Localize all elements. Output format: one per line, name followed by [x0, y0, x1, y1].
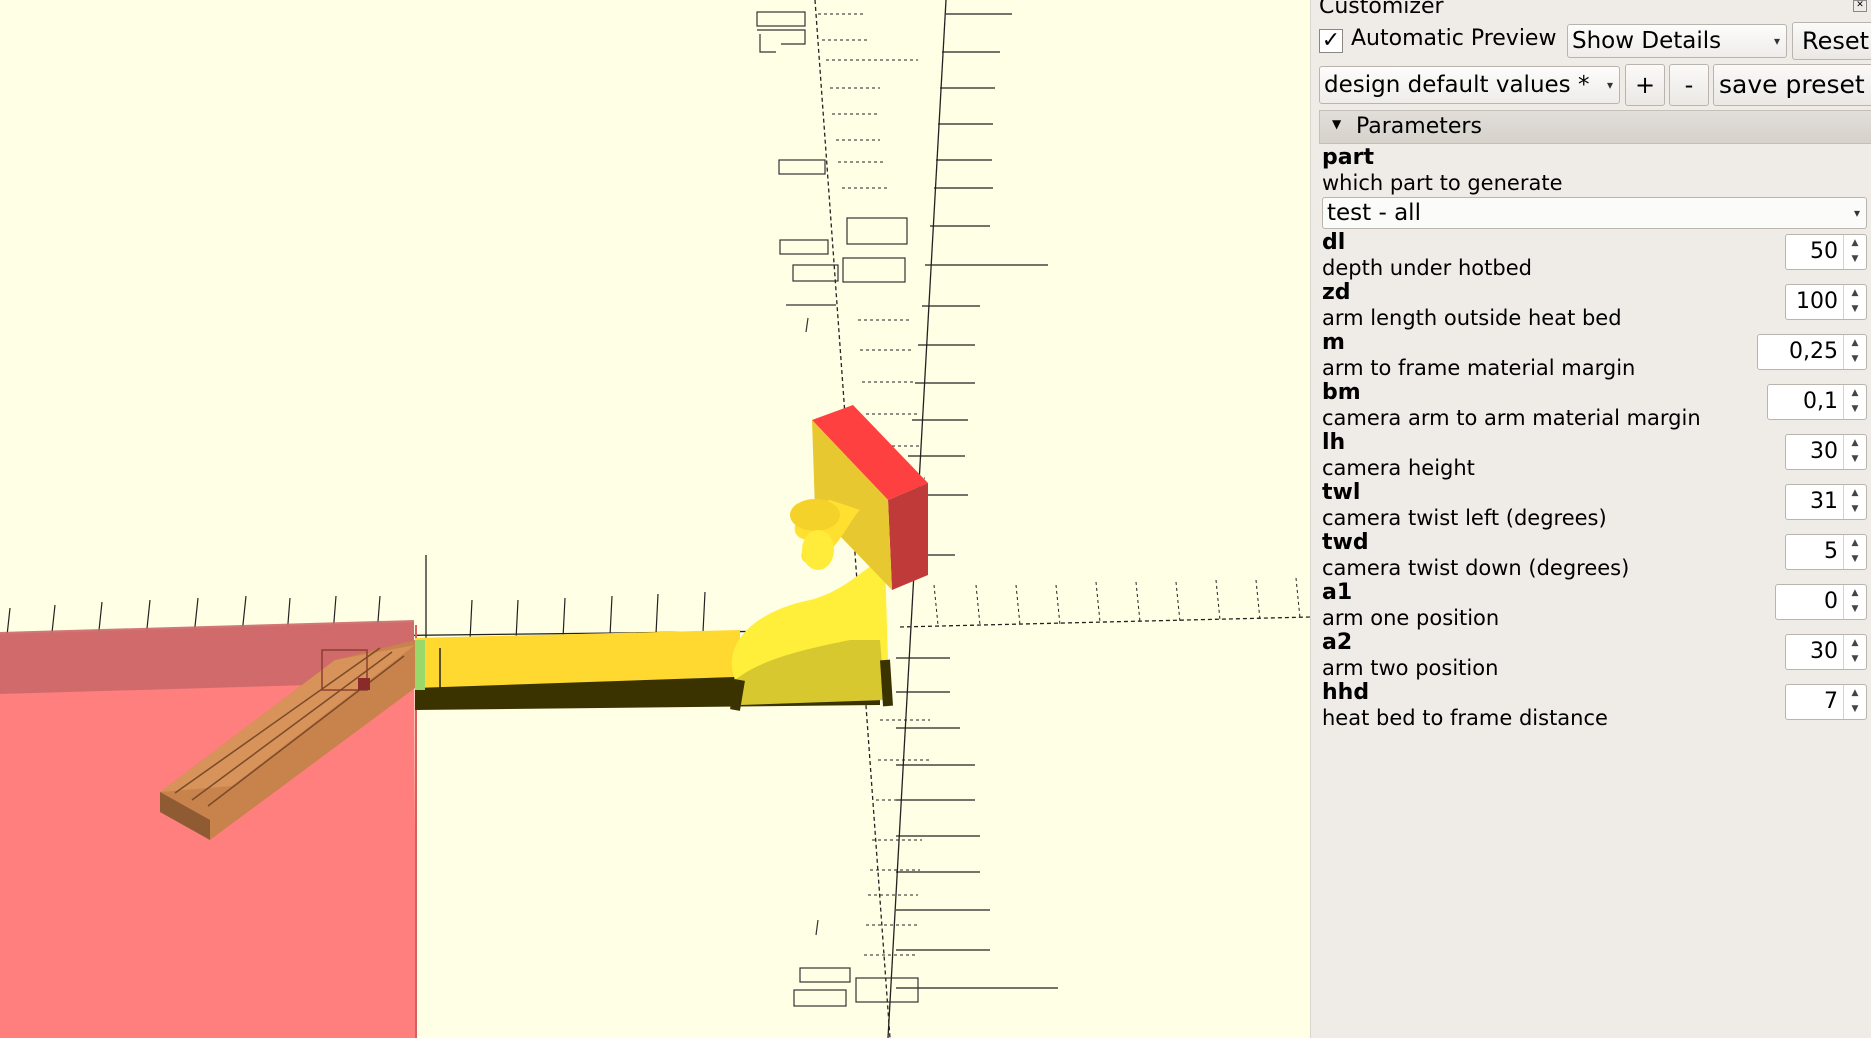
auto-preview-label[interactable]: Automatic Preview [1351, 26, 1556, 51]
part-select-value: test - all [1327, 200, 1421, 226]
panel-splitter[interactable] [1310, 0, 1319, 1038]
param-desc-m: arm to frame material margin [1322, 356, 1636, 380]
param-spinbox-twd[interactable]: 5 ▲ ▼ [1785, 534, 1867, 570]
spin-arrows-icon[interactable]: ▲ ▼ [1843, 285, 1866, 319]
collapse-triangle-icon: ▼ [1332, 117, 1342, 131]
param-spinbox-bm[interactable]: 0,1 ▲ ▼ [1767, 384, 1867, 420]
param-name-twl: twl [1322, 480, 1361, 505]
spin-arrows-icon[interactable]: ▲ ▼ [1843, 435, 1866, 469]
param-name-bm: bm [1322, 380, 1361, 405]
chevron-down-icon: ▾ [1606, 78, 1613, 92]
param-value-a1: 0 [1824, 589, 1838, 614]
param-name-a2: a2 [1322, 630, 1353, 655]
param-value-zd: 100 [1796, 289, 1838, 314]
spin-arrows-icon[interactable]: ▲ ▼ [1843, 535, 1866, 569]
spin-arrows-icon[interactable]: ▲ ▼ [1843, 385, 1866, 419]
param-name-a1: a1 [1322, 580, 1353, 605]
param-desc-a1: arm one position [1322, 606, 1500, 630]
remove-preset-button[interactable]: - [1669, 64, 1709, 106]
add-preset-button[interactable]: + [1625, 64, 1665, 106]
parameters-group-header[interactable]: ▼ Parameters [1319, 110, 1871, 144]
preset-combo[interactable]: design default values * ▾ [1319, 66, 1620, 104]
param-desc-zd: arm length outside heat bed [1322, 306, 1622, 330]
param-name-dl: dl [1322, 230, 1346, 255]
param-value-bm: 0,1 [1803, 389, 1838, 414]
spin-arrows-icon[interactable]: ▲ ▼ [1843, 485, 1866, 519]
3d-viewport[interactable] [0, 0, 1310, 1038]
param-desc-dl: depth under hotbed [1322, 256, 1532, 280]
auto-preview-checkbox[interactable]: ✓ [1319, 29, 1343, 53]
param-spinbox-twl[interactable]: 31 ▲ ▼ [1785, 484, 1867, 520]
param-value-lh: 30 [1810, 439, 1838, 464]
param-desc-twl: camera twist left (degrees) [1322, 506, 1607, 530]
save-preset-button[interactable]: save preset [1713, 64, 1871, 106]
param-value-m: 0,25 [1789, 339, 1838, 364]
param-spinbox-a2[interactable]: 30 ▲ ▼ [1785, 634, 1867, 670]
param-value-dl: 50 [1810, 239, 1838, 264]
part-select[interactable]: test - all ▾ [1322, 197, 1867, 229]
details-combo[interactable]: Show Details ▾ [1567, 24, 1787, 58]
spin-arrows-icon[interactable]: ▲ ▼ [1843, 685, 1866, 719]
preset-combo-value: design default values * [1324, 72, 1590, 98]
camera-mount [790, 405, 928, 590]
param-value-a2: 30 [1810, 639, 1838, 664]
param-value-hhd: 7 [1824, 689, 1838, 714]
parameters-group-label: Parameters [1356, 114, 1482, 139]
spin-arrows-icon[interactable]: ▲ ▼ [1843, 335, 1866, 369]
param-spinbox-m[interactable]: 0,25 ▲ ▼ [1757, 334, 1867, 370]
close-icon[interactable]: ✕ [1853, 0, 1867, 12]
chevron-down-icon: ▾ [1773, 34, 1780, 48]
panel-title: Customizer [1319, 0, 1444, 19]
param-spinbox-dl[interactable]: 50 ▲ ▼ [1785, 234, 1867, 270]
param-spinbox-zd[interactable]: 100 ▲ ▼ [1785, 284, 1867, 320]
param-name-zd: zd [1322, 280, 1351, 305]
chevron-down-icon: ▾ [1853, 206, 1860, 220]
param-value-twd: 5 [1824, 539, 1838, 564]
param-name-part: part [1322, 145, 1374, 170]
reset-button[interactable]: Reset [1792, 22, 1871, 60]
param-value-twl: 31 [1810, 489, 1838, 514]
param-name-twd: twd [1322, 530, 1369, 555]
param-spinbox-a1[interactable]: 0 ▲ ▼ [1775, 584, 1867, 620]
param-desc-bm: camera arm to arm material margin [1322, 406, 1701, 430]
param-desc-a2: arm two position [1322, 656, 1499, 680]
param-name-hhd: hhd [1322, 680, 1370, 705]
param-name-m: m [1322, 330, 1345, 355]
param-desc-twd: camera twist down (degrees) [1322, 556, 1630, 580]
customizer-panel: Customizer ✕ ✓ Automatic Preview Show De… [1319, 0, 1871, 1038]
details-combo-value: Show Details [1572, 28, 1722, 54]
param-spinbox-hhd[interactable]: 7 ▲ ▼ [1785, 684, 1867, 720]
param-desc-part: which part to generate [1322, 171, 1563, 195]
spin-arrows-icon[interactable]: ▲ ▼ [1843, 235, 1866, 269]
model-render [0, 0, 1310, 1038]
param-desc-hhd: heat bed to frame distance [1322, 706, 1608, 730]
spin-arrows-icon[interactable]: ▲ ▼ [1843, 585, 1866, 619]
param-desc-lh: camera height [1322, 456, 1475, 480]
param-spinbox-lh[interactable]: 30 ▲ ▼ [1785, 434, 1867, 470]
param-name-lh: lh [1322, 430, 1346, 455]
spin-arrows-icon[interactable]: ▲ ▼ [1843, 635, 1866, 669]
